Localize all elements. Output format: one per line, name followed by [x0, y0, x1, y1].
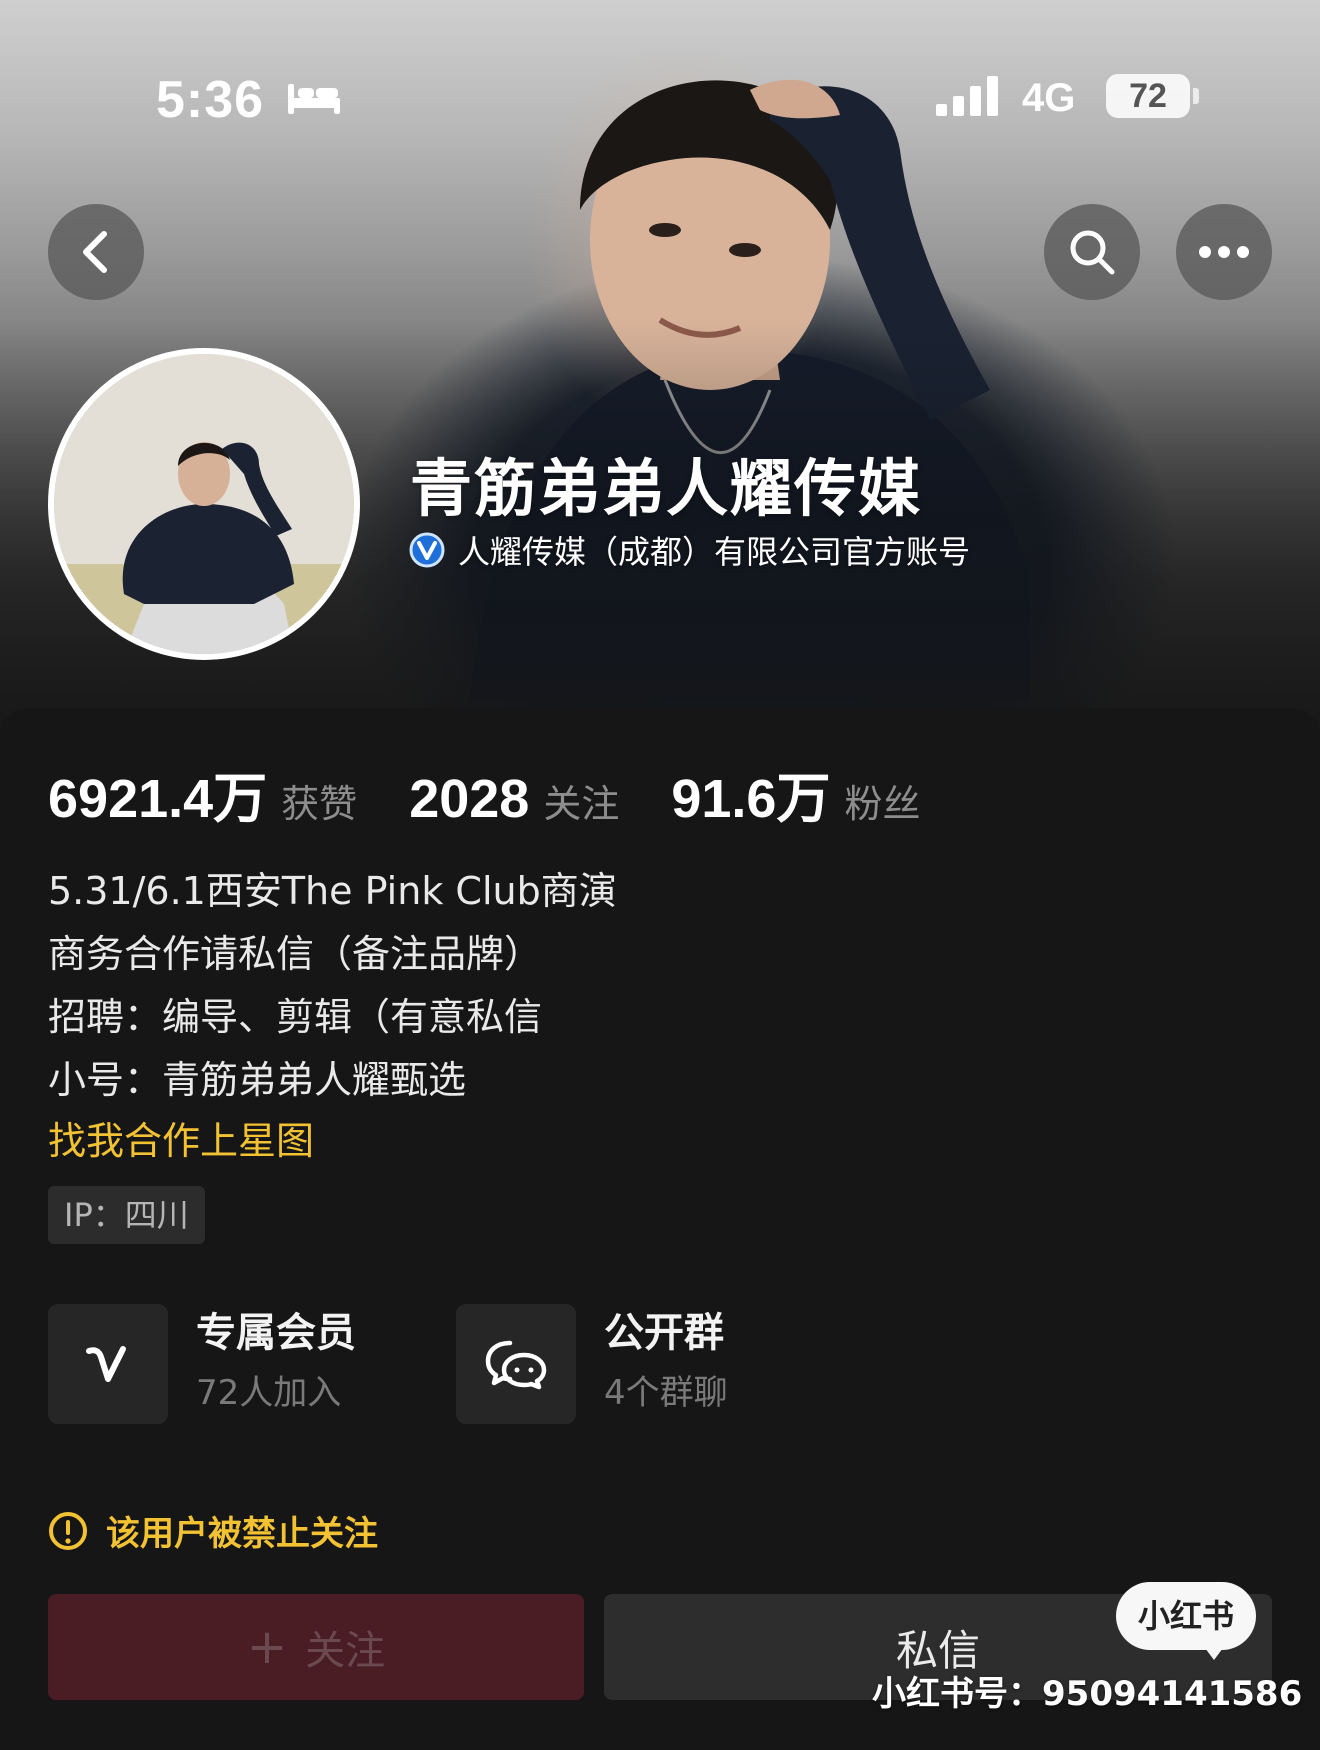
search-button[interactable] [1044, 204, 1140, 300]
back-button[interactable] [48, 204, 144, 300]
more-icon [1199, 246, 1249, 258]
group-icon-box [456, 1304, 576, 1424]
network-type: 4G [1022, 76, 1076, 120]
verification-row[interactable]: 人耀传媒（成都）有限公司官方账号 [408, 527, 970, 573]
battery-icon: 72 [1106, 74, 1190, 118]
stat-likes[interactable]: 6921.4万 获赞 [48, 754, 357, 833]
stat-following[interactable]: 2028 关注 [409, 768, 619, 830]
watermark-logo: 小红书 [1116, 1582, 1256, 1650]
plus-icon: + [246, 1619, 288, 1675]
profile-page: 5:36 4G 72 青筋弟弟人耀传媒 人耀传媒（成都）有限公司官方账号 692… [0, 0, 1320, 1750]
stat-following-label: 关注 [543, 782, 620, 826]
stat-likes-label: 获赞 [281, 782, 358, 826]
bio-line: 招聘：编导、剪辑（有意私信 [48, 995, 543, 1039]
follow-label: 关注 [305, 1628, 386, 1674]
membership-title: 专属会员 [196, 1310, 356, 1356]
more-options-button[interactable] [1176, 204, 1272, 300]
bio-line: 小号：青筋弟弟人耀甄选 [48, 1058, 467, 1102]
chevron-left-icon [83, 231, 107, 273]
group-title: 公开群 [604, 1310, 724, 1356]
status-bar: 5:36 4G 72 [0, 0, 1320, 200]
public-group-entry[interactable]: 公开群 4个群聊 [456, 1304, 728, 1424]
follow-ban-notice: 该用户被禁止关注 [48, 1506, 378, 1555]
verification-text: 人耀传媒（成都）有限公司官方账号 [458, 533, 971, 571]
profile-name: 青筋弟弟人耀传媒 [410, 452, 923, 525]
battery-tip [1193, 88, 1199, 104]
ip-location-tag: IP：四川 [48, 1186, 205, 1244]
group-count: 4个群聊 [604, 1373, 728, 1413]
group-chat-icon [485, 1340, 547, 1390]
membership-icon-box [48, 1304, 168, 1424]
follow-button[interactable]: + 关注 [48, 1594, 584, 1700]
watermark-logo-tail [1202, 1644, 1226, 1660]
sleep-mode-icon [288, 84, 340, 114]
stat-following-value: 2028 [409, 769, 530, 829]
stat-likes-value: 6921.4万 [48, 769, 268, 829]
stat-followers-value: 91.6万 [671, 769, 831, 829]
warning-text: 该用户被禁止关注 [106, 1514, 378, 1554]
avatar-image [54, 354, 354, 654]
bio-line: 商务合作请私信（备注品牌） [48, 932, 543, 976]
membership-count: 72人加入 [196, 1373, 342, 1413]
stat-followers-label: 粉丝 [844, 782, 921, 826]
bio: 5.31/6.1西安The Pink Club商演 商务合作请私信（备注品牌） … [48, 860, 617, 1112]
warning-icon [49, 1511, 87, 1550]
search-icon [1070, 230, 1115, 275]
avatar[interactable] [48, 348, 360, 660]
membership-v-icon [86, 1346, 126, 1382]
cellular-signal-icon [936, 76, 998, 116]
profile-panel: 6921.4万 获赞 2028 关注 91.6万 粉丝 5.31/6.1西安Th… [0, 708, 1320, 1750]
membership-entry[interactable]: 专属会员 72人加入 [48, 1304, 356, 1424]
stats-row: 6921.4万 获赞 2028 关注 91.6万 粉丝 [48, 754, 972, 833]
bio-line: 5.31/6.1西安The Pink Club商演 [48, 869, 617, 913]
star-map-link[interactable]: 找我合作上星图 [48, 1110, 314, 1165]
status-time: 5:36 [156, 71, 265, 129]
verified-badge-icon [409, 532, 445, 568]
stat-followers[interactable]: 91.6万 粉丝 [671, 754, 920, 833]
watermark-id: 小红书号：95094141586 [872, 1674, 1303, 1714]
